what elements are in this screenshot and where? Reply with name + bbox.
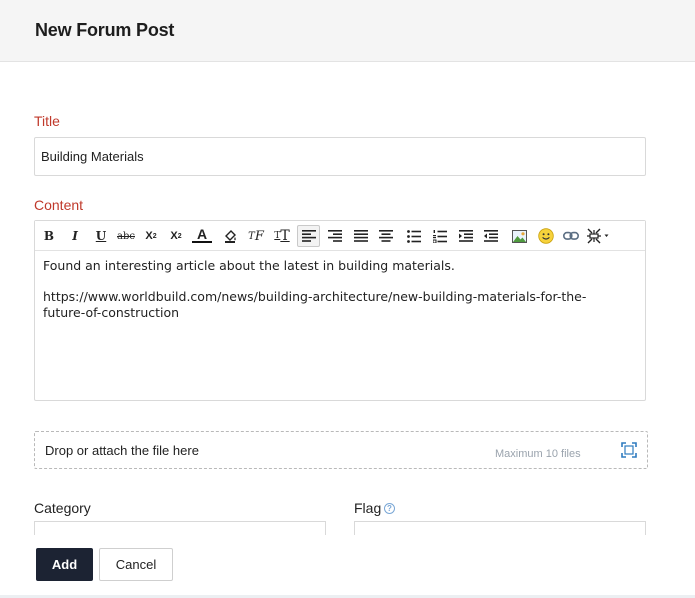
- help-icon[interactable]: ?: [384, 503, 395, 514]
- subscript-mark: 2: [152, 232, 157, 240]
- more-options-icon[interactable]: [586, 226, 616, 246]
- content-line: https://www.worldbuild.com/news/building…: [43, 289, 587, 304]
- max-files-hint: Maximum 10 files: [495, 448, 581, 460]
- font-family-icon[interactable]: TF: [246, 226, 266, 246]
- italic-icon[interactable]: I: [65, 226, 85, 246]
- font-family-small: T: [248, 230, 255, 242]
- editor-toolbar: B I U abc X2 X2 A TF TT: [35, 221, 645, 251]
- outdent-icon[interactable]: [481, 226, 501, 246]
- numbered-list-icon[interactable]: [430, 226, 450, 246]
- strikethrough-icon[interactable]: abc: [115, 226, 137, 246]
- superscript-mark: 2: [177, 232, 182, 240]
- category-label: Category: [34, 500, 91, 516]
- page-title: New Forum Post: [35, 20, 175, 40]
- subscript-icon[interactable]: X2: [141, 226, 161, 246]
- superscript-letter: X: [170, 230, 178, 242]
- content-line: Found an interesting article about the l…: [43, 258, 455, 273]
- add-button[interactable]: Add: [36, 548, 93, 581]
- subscript-letter: X: [145, 230, 153, 242]
- content-line: future-of-construction: [43, 305, 180, 320]
- title-label: Title: [34, 113, 60, 129]
- content-label: Content: [34, 197, 84, 213]
- link-icon[interactable]: [561, 226, 581, 246]
- bulleted-list-icon[interactable]: [404, 226, 424, 246]
- font-family-letter: F: [254, 228, 264, 244]
- font-size-letter: T: [280, 228, 290, 244]
- flag-label: Flag: [354, 500, 382, 516]
- content-text[interactable]: Found an interesting article about the l…: [43, 258, 637, 321]
- title-input[interactable]: [34, 137, 646, 176]
- page-header: New Forum Post: [0, 0, 695, 62]
- indent-icon[interactable]: [456, 226, 476, 246]
- align-left-icon[interactable]: [297, 225, 320, 247]
- underline-icon[interactable]: U: [91, 226, 111, 246]
- expand-icon[interactable]: [621, 442, 637, 458]
- background-color-icon[interactable]: [220, 226, 240, 246]
- cancel-button[interactable]: Cancel: [99, 548, 173, 581]
- insert-image-icon[interactable]: [509, 226, 529, 246]
- content-editor[interactable]: B I U abc X2 X2 A TF TT Found an interes…: [34, 220, 646, 401]
- superscript-icon[interactable]: X2: [166, 226, 186, 246]
- align-right-icon[interactable]: [325, 226, 345, 246]
- file-dropzone[interactable]: Drop or attach the file here Maximum 10 …: [34, 431, 648, 469]
- flag-select[interactable]: [354, 521, 646, 535]
- justify-icon[interactable]: [351, 226, 371, 246]
- category-select[interactable]: [34, 521, 326, 535]
- bold-icon[interactable]: B: [39, 226, 59, 246]
- emoji-icon[interactable]: [536, 226, 556, 246]
- dropzone-label: Drop or attach the file here: [45, 443, 199, 458]
- align-center-icon[interactable]: [376, 226, 396, 246]
- font-size-icon[interactable]: TT: [272, 226, 292, 246]
- font-color-icon[interactable]: A: [192, 226, 212, 243]
